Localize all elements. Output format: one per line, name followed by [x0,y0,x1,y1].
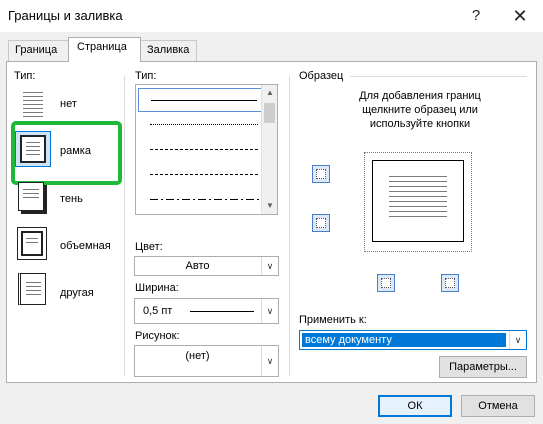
style-list-scrollbar[interactable]: ▲ ▼ [261,85,277,214]
top-border-button[interactable] [312,165,330,183]
tab-page-border[interactable]: Страница [68,37,141,62]
borders-and-shading-dialog: Границы и заливка ? ✕ Граница Страница З… [0,0,543,424]
separator-left [124,76,125,376]
type-3d-label[interactable]: объемная [60,240,111,252]
width-label: Ширина: [135,282,179,294]
color-combo[interactable]: Авто ∨ [134,256,279,276]
chevron-down-icon[interactable]: ∨ [261,346,278,376]
style-solid-option[interactable] [138,88,262,112]
type-section-label: Тип: [14,70,36,82]
preview-label-line [350,76,527,77]
style-section-label: Тип: [135,70,157,82]
ok-button[interactable]: ОК [378,395,452,417]
art-value: (нет) [185,350,210,362]
type-custom-option[interactable] [15,272,51,308]
chevron-down-icon[interactable]: ∨ [509,331,526,349]
style-dashed-option[interactable] [138,163,262,187]
type-custom-label[interactable]: другая [60,287,94,299]
cancel-button[interactable]: Отмена [461,395,535,417]
apply-to-combo[interactable]: всему документу ∨ [299,330,527,350]
style-dotted-option[interactable] [138,113,262,137]
type-shadow-label[interactable]: тень [60,193,83,205]
style-dash-dot-option[interactable] [138,188,262,212]
help-button[interactable]: ? [466,6,486,26]
art-label: Рисунок: [135,330,180,342]
color-value: Авто [185,260,210,272]
custom-border-icon [18,273,46,305]
art-combo[interactable]: (нет) ∨ [134,345,279,377]
apply-to-value: всему документу [302,333,506,347]
highlight-frame [11,121,122,185]
dialog-title: Границы и заливка [8,8,123,23]
3d-border-icon [17,227,47,260]
border-right-icon [445,278,455,288]
preview-page[interactable] [372,160,464,242]
chevron-down-icon[interactable]: ∨ [261,257,278,275]
close-button[interactable]: ✕ [510,6,530,26]
scroll-up-arrow-icon[interactable]: ▲ [262,85,277,101]
separator-right [289,76,290,376]
preview-label: Образец [299,70,344,82]
apply-to-label: Применить к: [299,314,367,326]
tab-border[interactable]: Граница [8,40,69,61]
style-dashed-small-option[interactable] [138,138,262,162]
type-3d-option[interactable] [15,226,51,262]
line-style-list[interactable]: ▲ ▼ [135,84,278,215]
color-label: Цвет: [135,241,163,253]
type-none-option[interactable] [15,86,51,122]
shadow-border-icon [18,182,44,211]
border-left-icon [381,278,391,288]
left-border-button[interactable] [377,274,395,292]
scroll-thumb[interactable] [264,103,275,123]
title-bar: Границы и заливка ? ✕ [0,0,543,32]
chevron-down-icon[interactable]: ∨ [261,299,278,323]
right-border-button[interactable] [441,274,459,292]
bottom-border-button[interactable] [312,214,330,232]
border-top-icon [316,169,326,179]
width-value: 0,5 пт [143,305,173,317]
type-shadow-option[interactable] [15,180,51,216]
type-none-label[interactable]: нет [60,98,77,110]
scroll-down-arrow-icon[interactable]: ▼ [262,198,277,214]
options-button[interactable]: Параметры... [439,356,527,378]
border-bottom-icon [316,218,326,228]
preview-hint: Для добавления границ щелкните образец и… [359,90,481,130]
width-combo[interactable]: 0,5 пт ∨ [134,298,279,324]
tab-shading[interactable]: Заливка [140,40,197,61]
width-preview-line [190,311,254,312]
